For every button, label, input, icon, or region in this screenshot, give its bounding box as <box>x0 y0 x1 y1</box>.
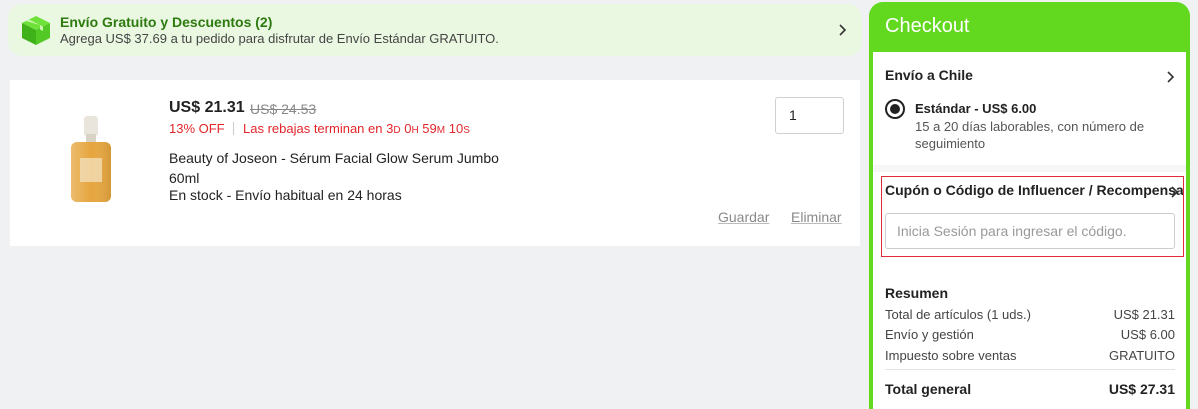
discount-badge: 13% OFF <box>169 121 225 136</box>
free-shipping-banner[interactable]: Envío Gratuito y Descuentos (2) Agrega U… <box>8 4 862 56</box>
shipping-title[interactable]: Envío a Chile <box>885 67 973 83</box>
order-summary: Resumen Total de artículos (1 uds.) US$ … <box>873 270 1186 409</box>
chevron-right-icon[interactable] <box>1170 185 1180 199</box>
summary-title: Resumen <box>885 285 949 301</box>
summary-row: Total de artículos (1 uds.) US$ 21.31 <box>885 307 1175 322</box>
divider <box>885 369 1175 370</box>
summary-row-value: GRATUITO <box>1109 348 1175 363</box>
sale-label: Las rebajas terminan en <box>243 121 383 136</box>
chevron-right-icon[interactable] <box>1166 70 1176 84</box>
summary-row-value: US$ 21.31 <box>1113 307 1175 322</box>
product-name[interactable]: Beauty of Joseon - Sérum Facial Glow Ser… <box>169 148 529 188</box>
grand-total-value: US$ 27.31 <box>1108 381 1175 397</box>
divider <box>233 122 234 135</box>
summary-row-label: Envío y gestión <box>885 327 974 342</box>
grand-total: Total general US$ 27.31 <box>885 381 1175 397</box>
countdown-hours-unit: H <box>411 125 419 136</box>
standard-shipping-desc: 15 a 20 días laborables, con número de s… <box>915 119 1145 151</box>
chevron-right-icon[interactable] <box>834 20 852 40</box>
box-icon <box>22 16 50 45</box>
summary-row-label: Total de artículos (1 uds.) <box>885 307 1031 322</box>
coupon-input[interactable] <box>885 213 1175 249</box>
checkout-title: Checkout <box>885 15 970 37</box>
standard-shipping-label[interactable]: Estándar - US$ 6.00 <box>915 101 1036 116</box>
shipping-section: Envío a Chile Estándar - US$ 6.00 15 a 2… <box>873 52 1186 165</box>
cart-item-card: US$ 21.31 US$ 24.53 13% OFF Las rebajas … <box>10 80 860 246</box>
summary-row-label: Impuesto sobre ventas <box>885 348 1017 363</box>
checkout-body: Envío a Chile Estándar - US$ 6.00 15 a 2… <box>873 52 1186 409</box>
countdown-minutes: 59 <box>422 121 437 136</box>
banner-subtitle: Agrega US$ 37.69 a tu pedido para disfru… <box>60 31 499 46</box>
countdown-days-unit: D <box>393 125 401 136</box>
product-price: US$ 21.31 <box>169 99 245 116</box>
summary-row: Envío y gestión US$ 6.00 <box>885 327 1175 342</box>
summary-row-value: US$ 6.00 <box>1120 327 1175 342</box>
quantity-select[interactable]: 1 <box>775 97 844 134</box>
coupon-section: Cupón o Código de Influencer / Recompens… <box>873 172 1186 282</box>
countdown-seconds: 10 <box>448 121 464 136</box>
product-original-price: US$ 24.53 <box>250 101 317 117</box>
checkout-panel: Checkout Envío a Chile Estándar - US$ 6.… <box>869 2 1190 409</box>
sale-countdown: Las rebajas terminan en 3D 0H 59M 10S <box>243 121 470 136</box>
countdown-seconds-unit: S <box>463 125 470 136</box>
standard-shipping-radio[interactable] <box>885 99 905 119</box>
countdown-minutes-unit: M <box>436 125 446 136</box>
summary-row: Impuesto sobre ventas GRATUITO <box>885 348 1175 363</box>
remove-button[interactable]: Eliminar <box>791 209 842 225</box>
save-button[interactable]: Guardar <box>718 209 769 225</box>
stock-status: En stock - Envío habitual en 24 horas <box>169 187 402 203</box>
grand-total-label: Total general <box>885 381 972 397</box>
banner-title: Envío Gratuito y Descuentos (2) <box>60 14 273 30</box>
product-image[interactable] <box>66 116 116 204</box>
coupon-title[interactable]: Cupón o Código de Influencer / Recompens… <box>885 182 1184 198</box>
